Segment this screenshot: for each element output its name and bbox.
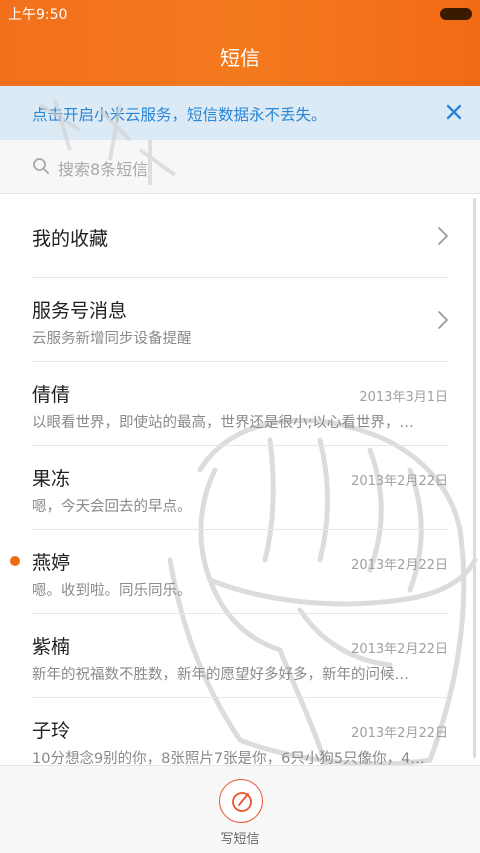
compose-button[interactable] bbox=[219, 779, 263, 823]
search-input[interactable]: 搜索8条短信 bbox=[58, 156, 148, 180]
message-date: 2013年2月22日 bbox=[351, 642, 448, 657]
status-time: 上午9:50 bbox=[8, 7, 68, 23]
message-date: 2013年2月22日 bbox=[351, 558, 448, 573]
contact-name: 倩倩 bbox=[32, 384, 71, 406]
page-title: 短信 bbox=[220, 46, 260, 70]
list-item-favorites[interactable]: 我的收藏 bbox=[0, 194, 480, 278]
row-title: 我的收藏 bbox=[32, 228, 109, 250]
close-icon[interactable] bbox=[442, 100, 466, 124]
message-preview: 以眼看世界，即使站的最高，世界还是很小;以心看世界，… bbox=[32, 415, 414, 431]
message-preview: 嗯。收到啦。同乐同乐。 bbox=[32, 583, 192, 599]
contact-name: 子玲 bbox=[32, 720, 71, 742]
contact-name: 紫楠 bbox=[32, 636, 71, 658]
row-title: 服务号消息 bbox=[32, 300, 128, 322]
message-date: 2013年2月22日 bbox=[351, 726, 448, 741]
contact-name: 果冻 bbox=[32, 468, 71, 490]
cloud-service-banner[interactable]: 点击开启小米云服务，短信数据永不丢失。 bbox=[0, 86, 480, 140]
search-bar[interactable]: 搜索8条短信 bbox=[0, 140, 480, 194]
list-item-conversation[interactable]: 果冻 2013年2月22日 嗯，今天会回去的早点。 bbox=[0, 446, 480, 530]
compose-icon bbox=[232, 792, 252, 812]
unread-indicator bbox=[10, 556, 20, 566]
message-date: 2013年2月22日 bbox=[351, 474, 448, 489]
app-header: 上午9:50 短信 bbox=[0, 0, 480, 86]
message-date: 2013年3月1日 bbox=[359, 390, 448, 405]
chevron-right-icon bbox=[438, 311, 448, 329]
scrollbar[interactable] bbox=[473, 198, 476, 758]
list-item-conversation[interactable]: 燕婷 2013年2月22日 嗯。收到啦。同乐同乐。 bbox=[0, 530, 480, 614]
message-preview: 新年的祝福数不胜数，新年的愿望好多好多，新年的问候… bbox=[32, 667, 409, 683]
banner-text[interactable]: 点击开启小米云服务，短信数据永不丢失。 bbox=[32, 103, 327, 125]
chevron-right-icon bbox=[438, 227, 448, 245]
list-item-service-messages[interactable]: 服务号消息 云服务新增同步设备提醒 bbox=[0, 278, 480, 362]
list-item-conversation[interactable]: 紫楠 2013年2月22日 新年的祝福数不胜数，新年的愿望好多好多，新年的问候… bbox=[0, 614, 480, 698]
battery-icon bbox=[440, 8, 472, 20]
list-item-conversation[interactable]: 倩倩 2013年3月1日 以眼看世界，即使站的最高，世界还是很小;以心看世界，… bbox=[0, 362, 480, 446]
row-subtitle: 云服务新增同步设备提醒 bbox=[32, 331, 192, 347]
compose-label[interactable]: 写短信 bbox=[0, 828, 480, 847]
bottom-action-bar: 写短信 bbox=[0, 765, 480, 853]
contact-name: 燕婷 bbox=[32, 552, 71, 574]
message-preview: 嗯，今天会回去的早点。 bbox=[32, 499, 192, 515]
search-icon bbox=[33, 158, 49, 174]
